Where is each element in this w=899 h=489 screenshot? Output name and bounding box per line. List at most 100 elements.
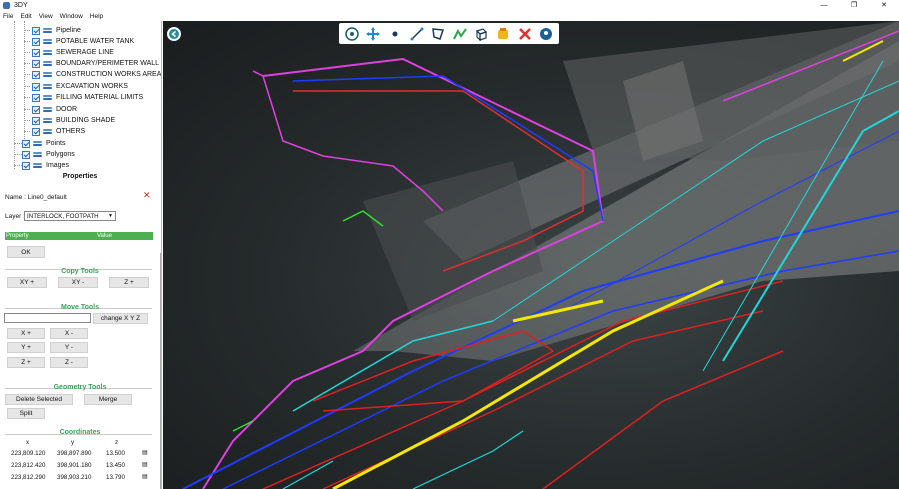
delete-selected-button[interactable]: Delete Selected: [5, 394, 73, 405]
checkbox[interactable]: [22, 139, 30, 148]
move-z-plus-button[interactable]: Z +: [7, 357, 45, 368]
point-cloud-scene[interactable]: [163, 21, 899, 489]
checkbox[interactable]: [22, 150, 30, 159]
layer-icon: [43, 27, 52, 34]
layer-icon: [33, 162, 42, 169]
checkbox[interactable]: [32, 127, 40, 136]
checkbox[interactable]: [32, 48, 40, 57]
tree-item-images[interactable]: Images: [22, 160, 69, 171]
copy-icon[interactable]: ▤: [142, 449, 148, 456]
copy-icon[interactable]: ▤: [142, 461, 148, 468]
layer-item-excavation-works[interactable]: EXCAVATION WORKS: [32, 81, 128, 92]
checkbox[interactable]: [32, 105, 40, 114]
coord-y: 398,901.180: [57, 462, 92, 469]
delete-icon[interactable]: [517, 26, 533, 42]
geometry-tools-title: Geometry Tools: [53, 384, 107, 391]
minimize-button[interactable]: —: [809, 0, 839, 11]
location-icon[interactable]: [538, 26, 554, 42]
polygon-icon[interactable]: [430, 26, 446, 42]
split-button[interactable]: Split: [7, 408, 45, 419]
profile-icon[interactable]: [452, 26, 468, 42]
checkbox[interactable]: [32, 59, 40, 68]
coord-z: 13.500: [106, 450, 125, 457]
merge-button[interactable]: Merge: [84, 394, 132, 405]
menu-view[interactable]: View: [39, 13, 53, 20]
layer-item-pipeline[interactable]: Pipeline: [32, 25, 81, 36]
coord-header-x: x: [26, 439, 30, 446]
app-icon: [3, 2, 10, 9]
layer-item-door[interactable]: DOOR: [32, 104, 77, 115]
checkbox[interactable]: [32, 116, 40, 125]
checkbox[interactable]: [32, 70, 40, 79]
line-icon[interactable]: [409, 26, 425, 42]
layer-icon: [43, 106, 52, 113]
change-xyz-button[interactable]: change X Y Z: [93, 313, 148, 324]
move-value-input[interactable]: [4, 313, 91, 323]
layer-label: Layer :: [5, 213, 25, 220]
move-x-plus-button[interactable]: X +: [7, 328, 45, 339]
close-properties-icon[interactable]: ✕: [143, 190, 151, 201]
move-z-minus-button[interactable]: Z -: [50, 357, 88, 368]
coord-y: 398,897.890: [57, 450, 92, 457]
layer-icon: [33, 151, 42, 158]
coord-y: 398,903.210: [57, 474, 92, 481]
layer-icon: [33, 140, 42, 147]
menu-bar: File Edit View Window Help: [0, 11, 899, 21]
move-y-plus-button[interactable]: Y +: [7, 342, 45, 353]
compass-icon[interactable]: [344, 26, 360, 42]
layer-tree: Pipeline POTABLE WATER TANK SEWERAGE LIN…: [0, 21, 161, 171]
property-table-header: Property Value: [5, 232, 153, 240]
checkbox[interactable]: [32, 82, 40, 91]
3d-viewport[interactable]: [163, 21, 899, 489]
tree-item-points[interactable]: Points: [22, 138, 65, 149]
copy-icon[interactable]: ▤: [142, 473, 148, 480]
copy-z-plus-button[interactable]: Z +: [109, 277, 149, 288]
back-button[interactable]: [167, 27, 181, 41]
panel-scrollbar[interactable]: [160, 253, 161, 489]
properties-name: Name : Line0_default: [5, 194, 67, 201]
layer-item-potable-water-tank[interactable]: POTABLE WATER TANK: [32, 36, 134, 47]
move-y-minus-button[interactable]: Y -: [50, 342, 88, 353]
menu-edit[interactable]: Edit: [20, 13, 31, 20]
checkbox[interactable]: [32, 37, 40, 46]
layer-item-boundary-wall[interactable]: BOUNDARY/PERIMETER WALL: [32, 58, 159, 69]
move-x-minus-button[interactable]: X -: [50, 328, 88, 339]
layer-item-building-shade[interactable]: BUILDING SHADE: [32, 115, 115, 126]
layer-item-sewerage-line[interactable]: SEWERAGE LINE: [32, 47, 114, 58]
tool-toolbar: [339, 23, 559, 44]
ok-button[interactable]: OK: [7, 246, 45, 258]
checkbox[interactable]: [22, 161, 30, 170]
copy-tools-title: Copy Tools: [61, 268, 99, 275]
pan-icon[interactable]: [365, 26, 381, 42]
coord-x: 223,812.290: [11, 474, 46, 481]
coord-z: 13.450: [106, 462, 125, 469]
maximize-button[interactable]: ❐: [839, 0, 869, 11]
bucket-icon[interactable]: [495, 26, 511, 42]
layer-icon: [43, 128, 52, 135]
layer-item-filling-material-limits[interactable]: FILLING MATERIAL LIMITS: [32, 92, 143, 103]
copy-xy-plus-button[interactable]: XY +: [7, 277, 47, 288]
cube-icon[interactable]: [473, 26, 489, 42]
close-button[interactable]: ✕: [869, 0, 899, 11]
menu-help[interactable]: Help: [90, 13, 103, 20]
checkbox[interactable]: [32, 93, 40, 102]
checkbox[interactable]: [32, 26, 40, 35]
menu-file[interactable]: File: [3, 13, 13, 20]
layer-icon: [43, 60, 52, 67]
layer-icon: [43, 94, 52, 101]
menu-window[interactable]: Window: [60, 13, 83, 20]
green-line: [232, 420, 254, 432]
layer-item-construction-works-area[interactable]: CONSTRUCTION WORKS AREA: [32, 69, 161, 80]
tree-item-polygons[interactable]: Polygons: [22, 149, 75, 160]
coord-x: 223,809.120: [11, 450, 46, 457]
building-block: [563, 21, 899, 161]
chevron-down-icon: ▼: [108, 213, 113, 219]
layer-icon: [43, 117, 52, 124]
point-icon[interactable]: [387, 26, 403, 42]
layer-select[interactable]: INTERLOCK, FOOTPATH ▼: [24, 211, 116, 221]
coord-header-y: y: [71, 439, 75, 446]
layer-item-others[interactable]: OTHERS: [32, 126, 85, 137]
coord-x: 223,812.420: [11, 462, 46, 469]
copy-xy-minus-button[interactable]: XY -: [58, 277, 98, 288]
coord-header-z: z: [115, 439, 119, 446]
